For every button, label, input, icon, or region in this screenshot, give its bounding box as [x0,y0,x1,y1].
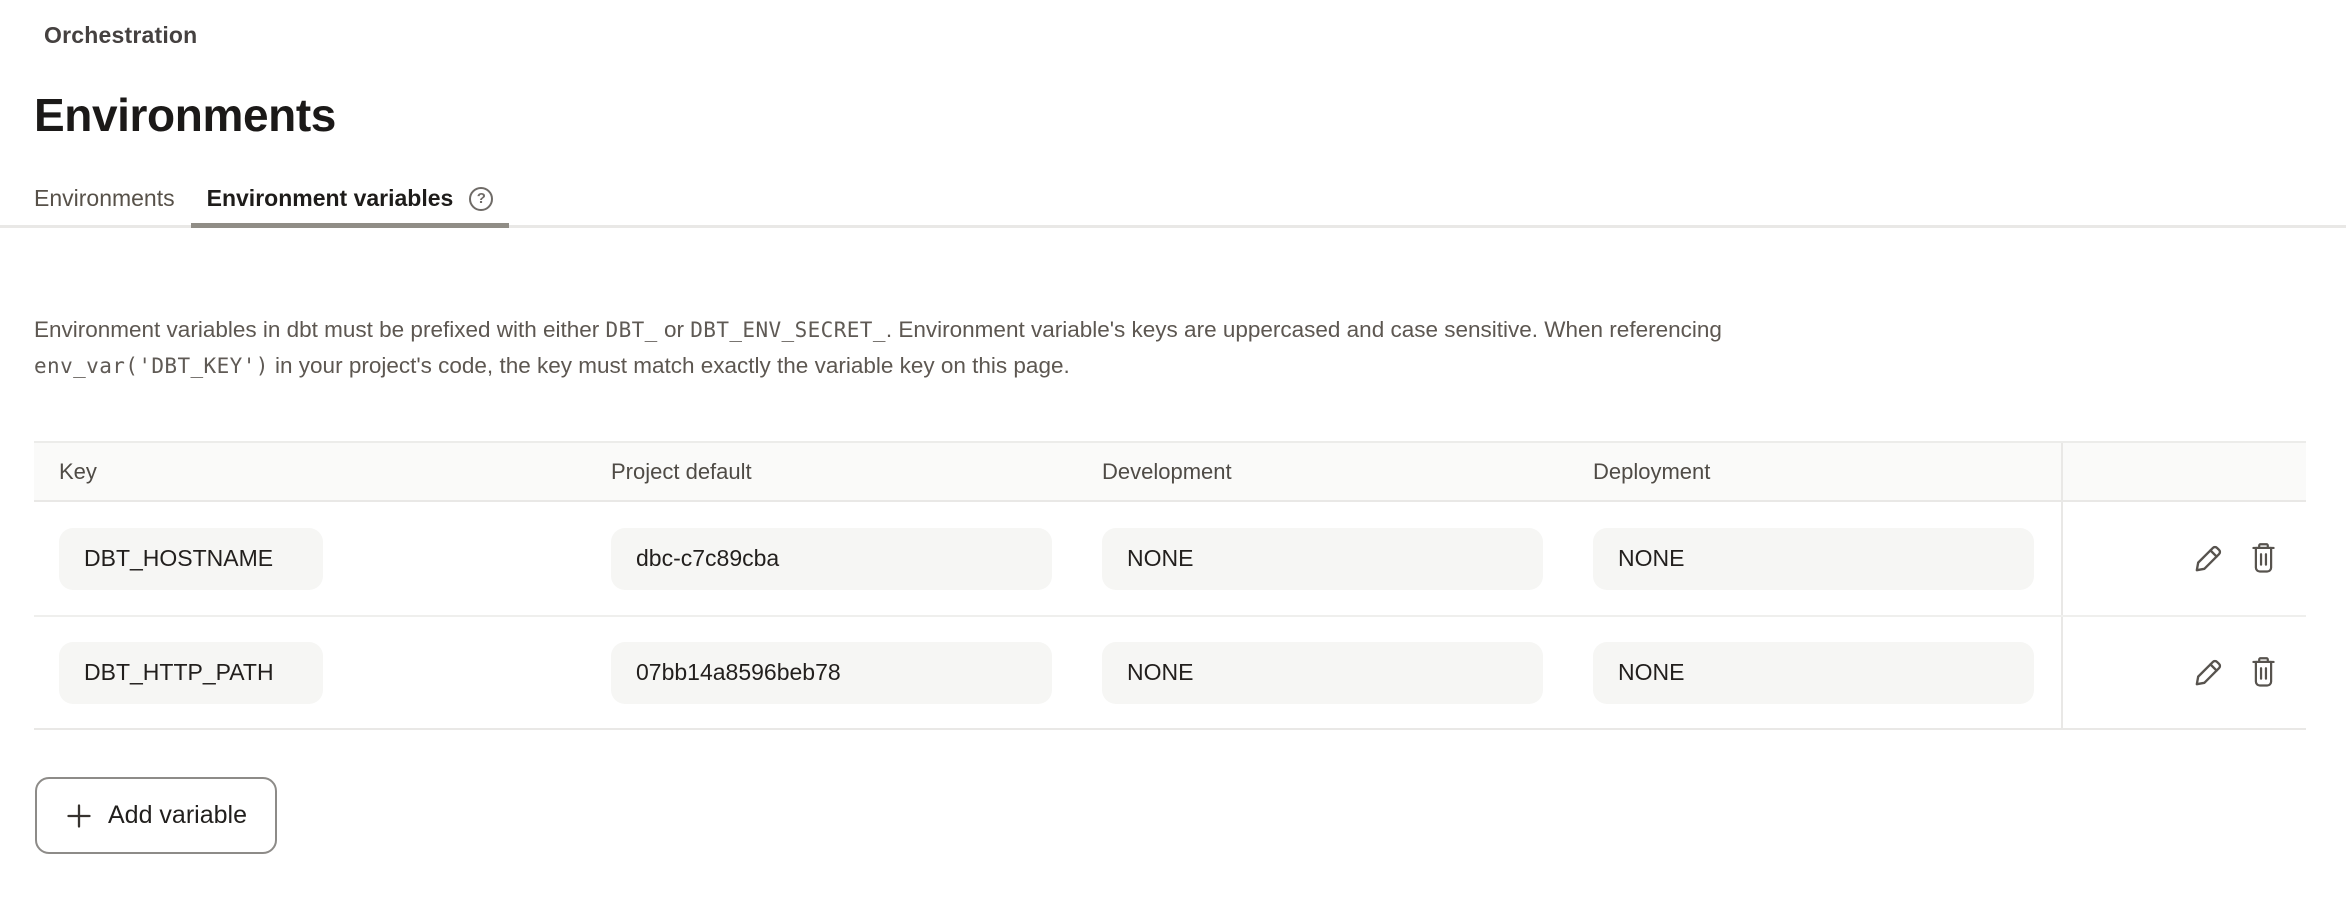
description-segment: or [658,317,691,342]
help-icon[interactable]: ? [469,187,493,211]
column-header-actions [2061,443,2306,500]
cell-development: NONE [1077,617,1568,728]
trash-icon [2250,542,2277,575]
trash-icon [2250,656,2277,689]
development-value: NONE [1102,528,1543,590]
project-default-value: 07bb14a8596beb78 [611,642,1052,704]
cell-key: DBT_HOSTNAME [34,502,586,615]
code-env-var-example: env_var('DBT_KEY') [34,354,269,378]
edit-variable-button[interactable] [2192,656,2225,689]
delete-variable-button[interactable] [2250,656,2277,689]
cell-deployment: NONE [1568,502,2061,615]
cell-actions [2061,502,2306,615]
cell-key: DBT_HTTP_PATH [34,617,586,728]
edit-variable-button[interactable] [2192,542,2225,575]
tab-environments-label: Environments [34,185,175,212]
page-title: Environments [34,88,336,142]
description-segment: . Environment variable's keys are upperc… [886,317,1722,342]
tab-environments[interactable]: Environments [18,172,191,225]
add-variable-button[interactable]: Add variable [35,777,277,854]
deployment-value: NONE [1593,528,2034,590]
code-dbt-env-secret-prefix: DBT_ENV_SECRET_ [690,318,886,342]
column-header-key: Key [34,443,586,500]
add-variable-label: Add variable [108,801,247,830]
tab-bar: Environments Environment variables ? [0,172,2346,228]
description-text: Environment variables in dbt must be pre… [34,312,2254,384]
deployment-value: NONE [1593,642,2034,704]
cell-development: NONE [1077,502,1568,615]
key-value: DBT_HTTP_PATH [59,642,323,704]
plus-icon [65,802,93,830]
env-var-table: Key Project default Development Deployme… [34,441,2306,730]
cell-deployment: NONE [1568,617,2061,728]
environment-variables-page: Orchestration Environments Environments … [0,0,2346,924]
description-segment: Environment variables in dbt must be pre… [34,317,606,342]
column-header-development: Development [1077,443,1568,500]
column-header-project-default: Project default [586,443,1077,500]
code-dbt-prefix: DBT_ [606,318,658,342]
breadcrumb[interactable]: Orchestration [44,22,197,49]
table-row: DBT_HTTP_PATH 07bb14a8596beb78 NONE NONE [34,615,2306,728]
cell-project-default: 07bb14a8596beb78 [586,617,1077,728]
description-segment: in your project's code, the key must mat… [269,353,1070,378]
column-header-deployment: Deployment [1568,443,2061,500]
cell-project-default: dbc-c7c89cba [586,502,1077,615]
project-default-value: dbc-c7c89cba [611,528,1052,590]
pencil-icon [2192,542,2225,575]
key-value: DBT_HOSTNAME [59,528,323,590]
pencil-icon [2192,656,2225,689]
delete-variable-button[interactable] [2250,542,2277,575]
table-header-row: Key Project default Development Deployme… [34,441,2306,502]
tab-environment-variables-label: Environment variables [207,185,454,212]
table-row: DBT_HOSTNAME dbc-c7c89cba NONE NONE [34,502,2306,615]
development-value: NONE [1102,642,1543,704]
tab-environment-variables[interactable]: Environment variables ? [191,172,510,225]
cell-actions [2061,617,2306,728]
